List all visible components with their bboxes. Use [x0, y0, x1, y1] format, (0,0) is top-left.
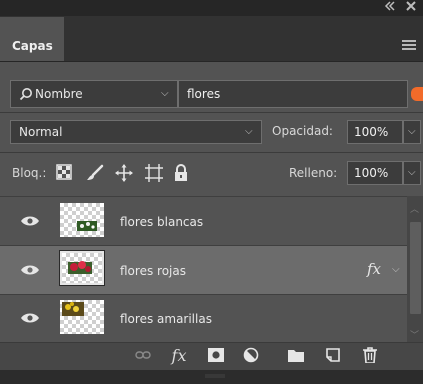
layer-thumbnail: [60, 203, 104, 237]
fill-dropdown-button[interactable]: ⌵: [403, 161, 421, 185]
fill-label: Relleno:: [289, 166, 338, 180]
tab-label: Capas: [12, 39, 53, 53]
layer-name: flores blancas: [120, 215, 204, 229]
lock-transparent-pixels-icon[interactable]: [56, 164, 74, 182]
layer-name: flores amarillas: [120, 312, 212, 326]
chevron-down-icon: ⌵: [408, 126, 416, 137]
chevron-down-icon: ⌵: [161, 88, 169, 99]
link-layers-icon[interactable]: [132, 344, 154, 366]
close-icon[interactable]: [406, 0, 420, 16]
layer-name: flores rojas: [120, 264, 186, 278]
eye-icon[interactable]: [20, 215, 40, 227]
trash-icon[interactable]: [359, 344, 381, 366]
adjustment-layer-icon[interactable]: [240, 344, 262, 366]
chevron-down-icon[interactable]: ⌵: [392, 264, 400, 275]
layer-thumbnail: [60, 300, 104, 334]
layer-thumbnail: [59, 250, 105, 286]
fill-input[interactable]: 100%: [347, 161, 403, 185]
hamburger-menu-icon[interactable]: [402, 40, 416, 50]
divider: [0, 112, 423, 113]
resize-grip[interactable]: [205, 374, 225, 378]
opacity-dropdown-button[interactable]: ⌵: [403, 120, 421, 144]
panel-title-bar: [0, 0, 423, 16]
filter-kind-value: Nombre: [35, 87, 83, 101]
search-icon: [19, 88, 32, 101]
add-mask-icon[interactable]: [205, 344, 227, 366]
opacity-input[interactable]: 100%: [347, 120, 403, 144]
new-group-icon[interactable]: [285, 344, 307, 366]
scrollbar-thumb[interactable]: [410, 222, 421, 314]
opacity-label: Opacidad:: [272, 124, 333, 138]
double-chevron-left-icon[interactable]: [384, 0, 400, 16]
eye-icon[interactable]: [20, 264, 40, 276]
layer-style-icon[interactable]: fx: [168, 344, 190, 366]
filter-kind-select[interactable]: Nombre ⌵: [10, 80, 178, 108]
eye-icon[interactable]: [20, 312, 40, 324]
prevent-autonest-icon[interactable]: [145, 164, 163, 182]
fill-value: 100%: [354, 166, 389, 180]
blend-mode-select[interactable]: Normal ⌵: [10, 120, 262, 144]
scroll-up-icon[interactable]: ︿: [410, 202, 419, 215]
blend-mode-value: Normal: [19, 125, 63, 139]
lock-label: Bloq.:: [12, 166, 47, 180]
new-layer-icon[interactable]: [322, 344, 344, 366]
filter-toggle-switch[interactable]: [411, 87, 423, 101]
layer-effects-icon[interactable]: fx: [367, 260, 381, 278]
filter-name-value: flores: [187, 87, 221, 101]
opacity-value: 100%: [354, 125, 389, 139]
lock-image-pixels-icon[interactable]: [86, 164, 104, 182]
filter-name-input[interactable]: flores: [178, 80, 408, 108]
lock-all-icon[interactable]: [173, 164, 191, 182]
lock-position-icon[interactable]: [115, 164, 133, 182]
chevron-down-icon: ⌵: [408, 167, 416, 178]
scroll-down-icon[interactable]: ﹀: [410, 328, 419, 341]
chevron-down-icon: ⌵: [245, 126, 253, 137]
divider: [0, 152, 423, 153]
